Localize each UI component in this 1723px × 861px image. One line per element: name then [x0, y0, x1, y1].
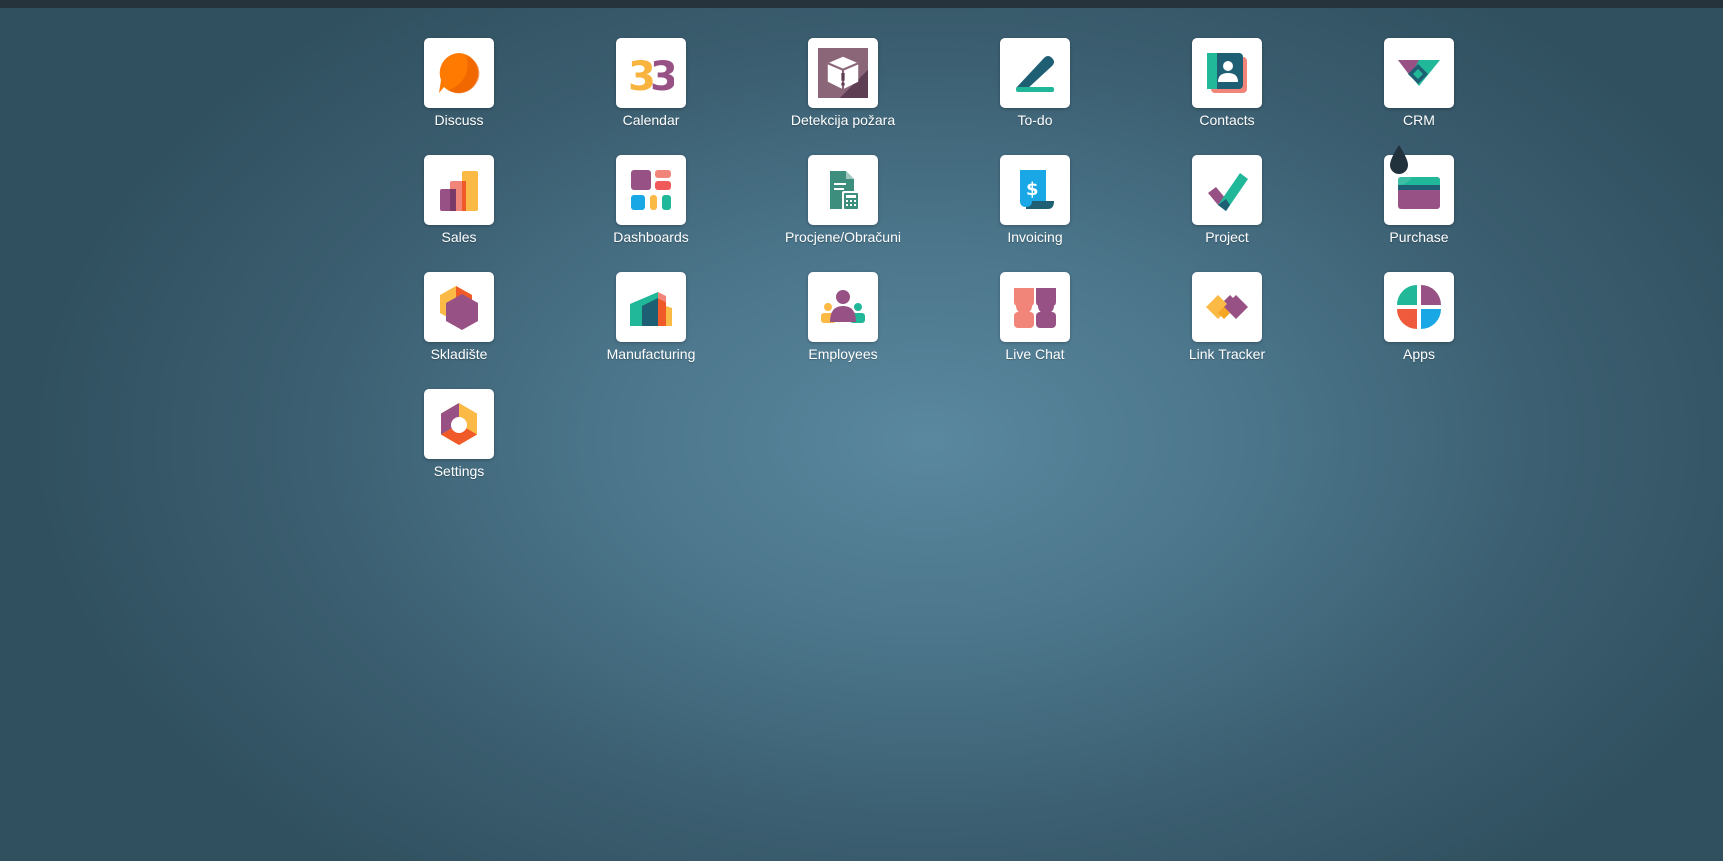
app-manufacturing[interactable]: Manufacturing [555, 272, 747, 389]
app-sales[interactable]: Sales [363, 155, 555, 272]
app-label: Live Chat [1005, 346, 1065, 362]
app-label: Discuss [434, 112, 484, 128]
app-label: Calendar [622, 112, 680, 128]
employees-icon [821, 290, 865, 323]
dashboards-icon [631, 170, 671, 210]
app-tile[interactable] [1384, 272, 1454, 342]
app-label: Purchase [1389, 229, 1449, 245]
app-tile[interactable] [1384, 38, 1454, 108]
app-skladiste[interactable]: Skladište [363, 272, 555, 389]
manufacturing-icon [630, 292, 672, 326]
svg-text:31: 31 [650, 54, 674, 96]
app-detekcija-pozara[interactable]: Detekcija požara [747, 38, 939, 155]
contacts-icon [1207, 53, 1247, 93]
live-chat-icon [1014, 288, 1056, 328]
app-calendar[interactable]: 3 31 Calendar [555, 38, 747, 155]
app-tile[interactable] [616, 272, 686, 342]
app-tile[interactable] [1192, 38, 1262, 108]
app-label: Sales [441, 229, 477, 245]
app-label: Detekcija požara [790, 112, 896, 128]
package-icon [818, 48, 868, 98]
todo-icon [1016, 56, 1054, 92]
crm-icon [1398, 60, 1440, 86]
calculator-icon [830, 171, 860, 211]
app-label: CRM [1403, 112, 1435, 128]
app-label: Apps [1403, 346, 1435, 362]
project-icon [1208, 173, 1248, 211]
app-crm[interactable]: CRM [1323, 38, 1515, 155]
app-tile[interactable] [808, 155, 878, 225]
app-label: Employees [808, 346, 878, 362]
app-tile[interactable] [424, 389, 494, 459]
app-tile[interactable] [808, 38, 878, 108]
app-apps[interactable]: Apps [1323, 272, 1515, 389]
discuss-icon [439, 53, 480, 94]
app-label: Settings [433, 463, 485, 479]
app-tile[interactable] [808, 272, 878, 342]
app-label: Contacts [1199, 112, 1255, 128]
app-dashboards[interactable]: Dashboards [555, 155, 747, 272]
app-procjene-obracuni[interactable]: Procjene/Obračuni [747, 155, 939, 272]
svg-text:$: $ [1026, 179, 1039, 200]
app-label: To-do [1017, 112, 1053, 128]
app-tile[interactable] [1384, 155, 1454, 225]
inventory-icon [440, 286, 478, 330]
app-grid: Discuss 3 31 Calendar Detekcija požara [363, 38, 1515, 506]
app-label: Invoicing [1007, 229, 1063, 245]
link-tracker-icon [1206, 295, 1248, 319]
apps-icon [1397, 285, 1441, 329]
top-bar [0, 0, 1723, 8]
app-tile[interactable] [616, 155, 686, 225]
app-todo[interactable]: To-do [939, 38, 1131, 155]
invoicing-icon: $ [1020, 170, 1054, 209]
app-project[interactable]: Project [1131, 155, 1323, 272]
app-tile[interactable] [1000, 38, 1070, 108]
app-tile[interactable] [1192, 272, 1262, 342]
app-label: Dashboards [613, 229, 689, 245]
app-label: Manufacturing [606, 346, 696, 362]
app-tile[interactable] [1000, 272, 1070, 342]
app-label: Link Tracker [1188, 346, 1266, 362]
app-tile[interactable]: $ [1000, 155, 1070, 225]
app-label: Skladište [430, 346, 488, 362]
app-contacts[interactable]: Contacts [1131, 38, 1323, 155]
app-employees[interactable]: Employees [747, 272, 939, 389]
purchase-icon [1398, 177, 1440, 209]
app-settings[interactable]: Settings [363, 389, 555, 506]
app-tile[interactable]: 3 31 [616, 38, 686, 108]
sales-icon [440, 171, 478, 211]
app-link-tracker[interactable]: Link Tracker [1131, 272, 1323, 389]
app-tile[interactable] [424, 155, 494, 225]
settings-icon [441, 403, 477, 445]
app-tile[interactable] [424, 38, 494, 108]
app-invoicing[interactable]: $ Invoicing [939, 155, 1131, 272]
app-purchase[interactable]: Purchase [1323, 155, 1515, 272]
app-live-chat[interactable]: Live Chat [939, 272, 1131, 389]
app-discuss[interactable]: Discuss [363, 38, 555, 155]
app-tile[interactable] [424, 272, 494, 342]
app-label: Procjene/Obračuni [785, 229, 901, 245]
calendar-icon: 3 31 [628, 54, 674, 96]
app-tile[interactable] [1192, 155, 1262, 225]
app-label: Project [1205, 229, 1249, 245]
